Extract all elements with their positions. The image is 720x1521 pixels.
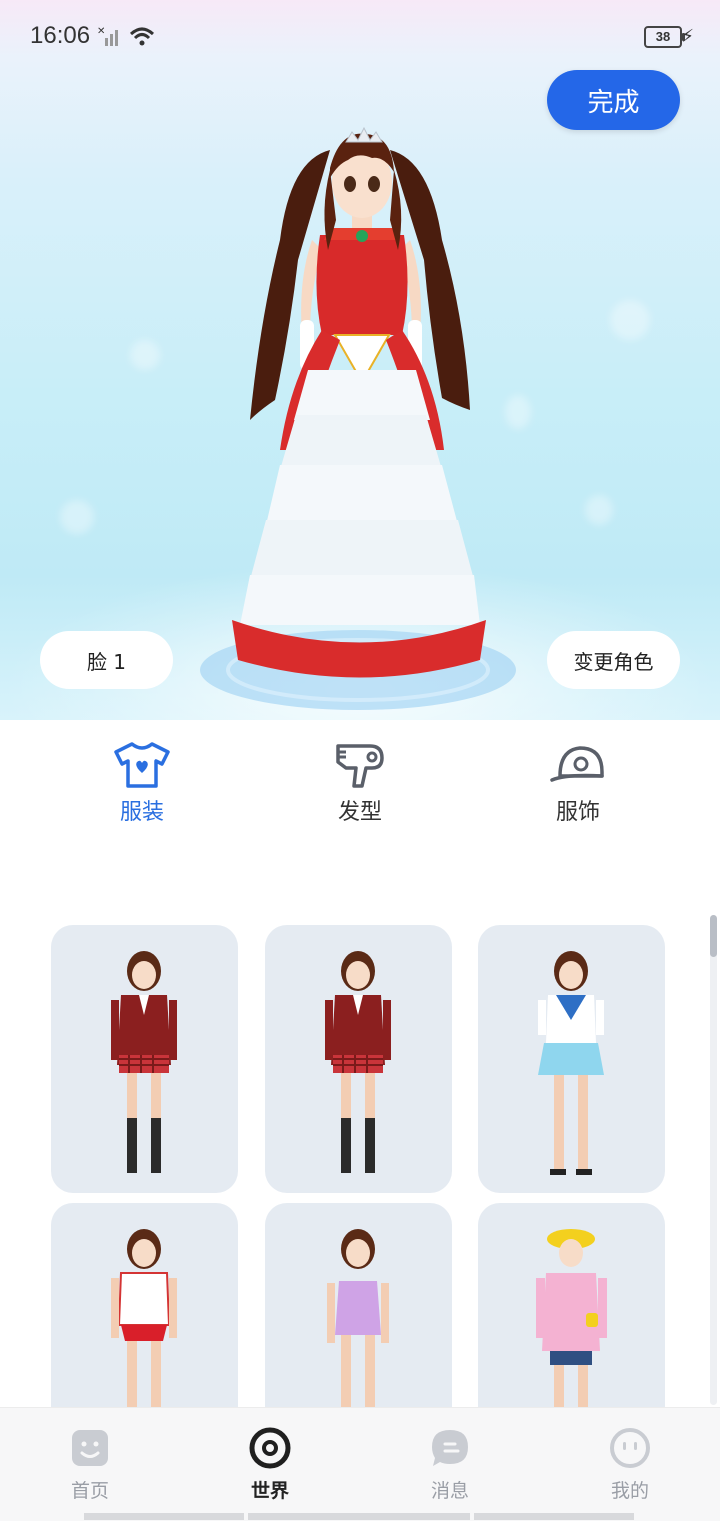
- outfit-card[interactable]: [51, 1203, 238, 1410]
- outfit-preview: [111, 951, 177, 1173]
- tab-accessories[interactable]: 服饰: [518, 740, 638, 826]
- outfit-preview: [327, 1229, 389, 1410]
- tab-clothing[interactable]: 服装: [82, 740, 202, 826]
- outfit-preview: [325, 951, 391, 1173]
- status-bar: 16:06 ✕ 38 ⚡: [0, 0, 720, 72]
- outfit-preview: [536, 1229, 607, 1410]
- outfit-grid: [51, 925, 665, 1410]
- battery-indicator: 38: [644, 26, 685, 48]
- category-tabs: 服装 发型 服饰: [0, 720, 720, 840]
- home-smile-icon: [72, 1430, 108, 1466]
- outfit-card[interactable]: [478, 925, 665, 1193]
- nav-label: 首页: [70, 1480, 109, 1502]
- charging-icon: ⚡: [681, 26, 694, 47]
- outfit-card[interactable]: [51, 925, 238, 1193]
- nav-label: 我的: [610, 1480, 649, 1502]
- tab-label: 服装: [119, 800, 164, 825]
- svg-text:✕: ✕: [97, 26, 105, 37]
- nav-label: 消息: [430, 1480, 469, 1502]
- world-ring-icon: [249, 1427, 291, 1469]
- character-preview: 16:06 ✕ 38 ⚡ 完成 脸 1 变更角色: [0, 0, 720, 720]
- nav-world[interactable]: 世界: [220, 1426, 320, 1503]
- outfit-card[interactable]: [265, 925, 452, 1193]
- hair-dryer-icon: [336, 744, 384, 788]
- gesture-bar: [474, 1513, 634, 1520]
- outfit-preview: [538, 951, 604, 1175]
- gesture-bar: [248, 1513, 470, 1520]
- outfit-preview: [111, 1229, 177, 1410]
- outfit-card[interactable]: [478, 1203, 665, 1410]
- tab-hairstyle[interactable]: 发型: [300, 740, 420, 826]
- nav-label: 世界: [250, 1480, 289, 1502]
- nav-profile[interactable]: 我的: [580, 1426, 680, 1503]
- bottom-nav: 首页 世界 消息 我的: [0, 1407, 720, 1521]
- outfit-scrollbar-thumb[interactable]: [710, 915, 717, 957]
- face-select-button[interactable]: 脸 1: [40, 631, 173, 689]
- change-character-button[interactable]: 变更角色: [547, 631, 680, 689]
- cap-icon: [550, 746, 604, 782]
- nav-home[interactable]: 首页: [40, 1426, 140, 1503]
- message-bubble-icon: [432, 1430, 468, 1466]
- done-button[interactable]: 完成: [547, 70, 680, 130]
- outfit-scrollbar-track[interactable]: [710, 915, 717, 1405]
- profile-face-icon: [610, 1428, 650, 1468]
- outfit-card[interactable]: [265, 1203, 452, 1410]
- tab-label: 发型: [337, 800, 382, 825]
- gesture-bar: [84, 1513, 244, 1520]
- tshirt-icon: [114, 742, 170, 788]
- tab-label: 服饰: [555, 800, 600, 825]
- character-model[interactable]: [180, 120, 540, 720]
- nav-messages[interactable]: 消息: [400, 1426, 500, 1503]
- signal-wifi-icon: ✕: [97, 26, 155, 46]
- status-time: 16:06: [30, 22, 91, 49]
